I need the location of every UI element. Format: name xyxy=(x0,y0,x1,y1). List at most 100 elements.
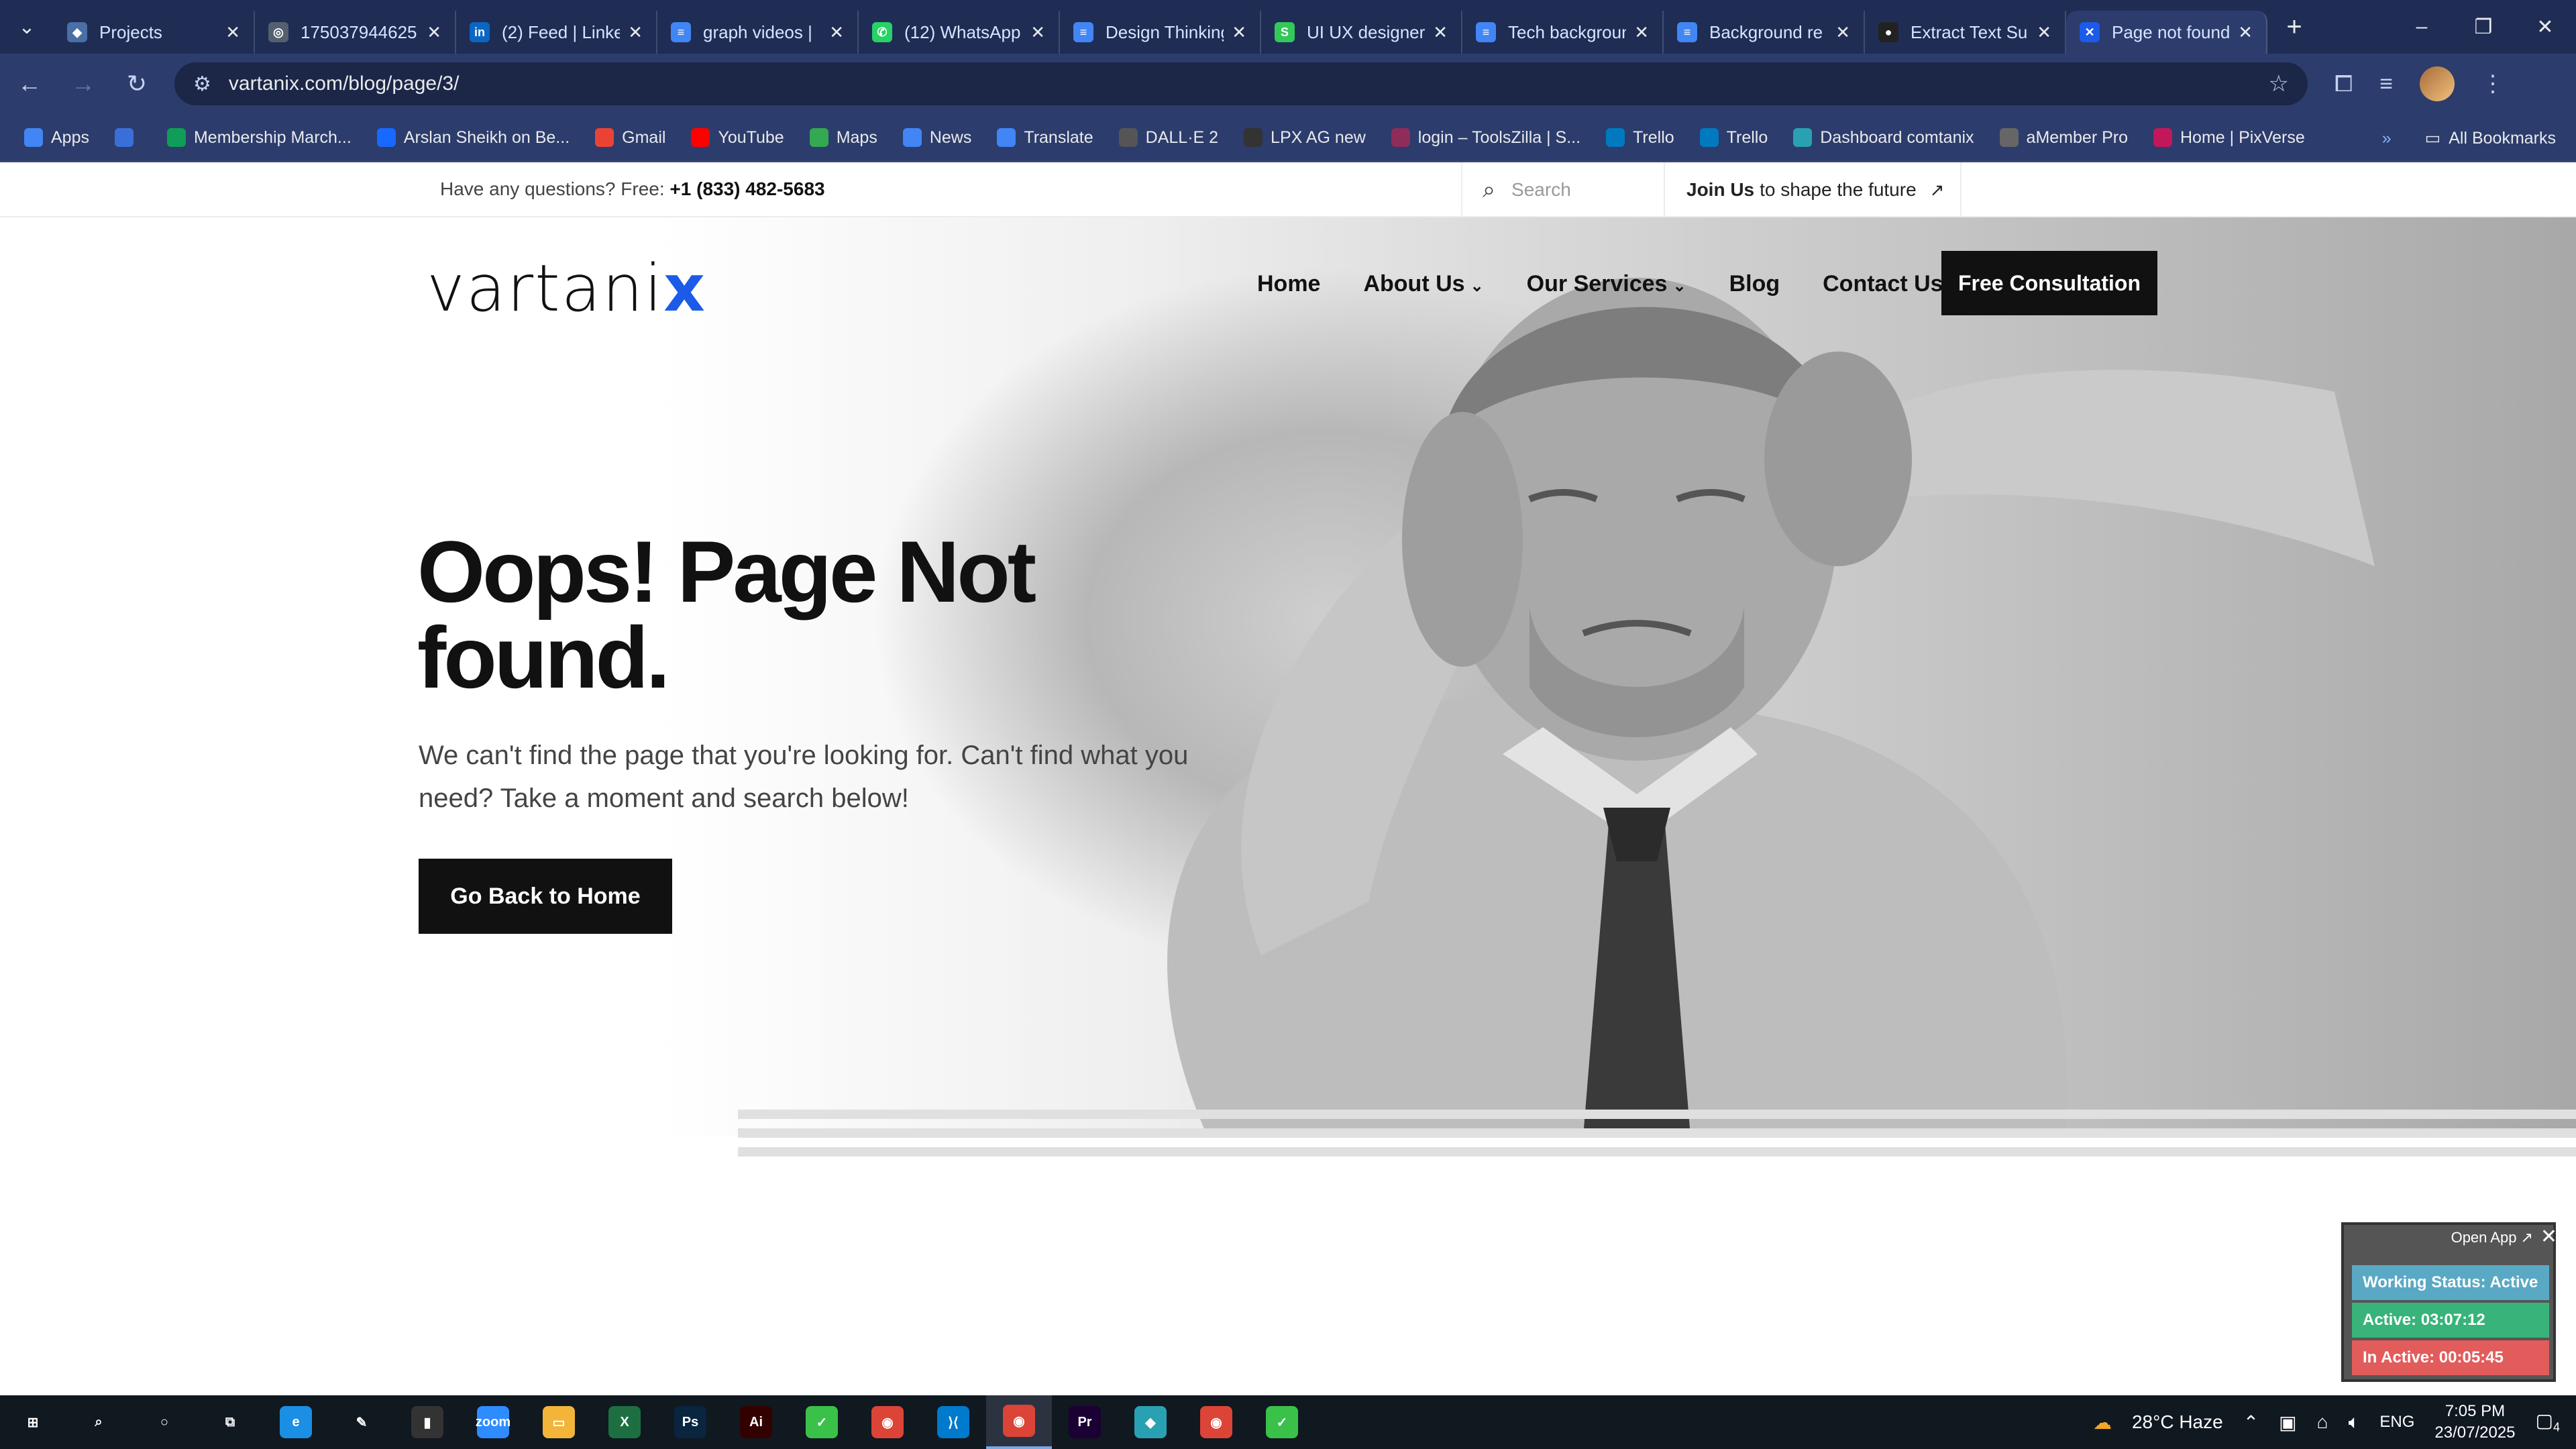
weather-text[interactable]: 28°C Haze xyxy=(2132,1411,2223,1433)
tab-search-icon[interactable]: ⌄ xyxy=(0,0,54,54)
browser-tab[interactable]: ✆ (12) WhatsApp ✕ xyxy=(859,11,1060,54)
bookmark-item[interactable]: Trello xyxy=(1699,128,1768,148)
taskbar-start[interactable]: ⊞ xyxy=(0,1395,66,1449)
notifications-icon[interactable]: ▢4 xyxy=(2536,1409,2560,1435)
bookmark-item[interactable]: YouTube xyxy=(691,128,784,148)
nav-item-about-us[interactable]: About Us ⌄ xyxy=(1363,271,1483,297)
reload-icon[interactable]: ↻ xyxy=(113,60,161,108)
taskbar-upwork-2[interactable]: ✓ xyxy=(1249,1395,1315,1449)
nav-item-label: Blog xyxy=(1729,271,1780,297)
site-logo[interactable]: vartanix xyxy=(427,251,706,326)
bookmark-item[interactable]: aMember Pro xyxy=(1999,128,2128,148)
taskbar-illustrator[interactable]: Ai xyxy=(723,1395,789,1449)
browser-tab[interactable]: ≡ Design Thinking ✕ xyxy=(1060,11,1261,54)
meet-icon[interactable]: ▣ xyxy=(2279,1411,2296,1434)
browser-tab[interactable]: ≡ Tech background ✕ xyxy=(1462,11,1664,54)
language-indicator[interactable]: ENG xyxy=(2379,1413,2414,1432)
taskbar-chrome-2[interactable]: ◉ xyxy=(1183,1395,1249,1449)
volume-icon[interactable]: 🔈︎ xyxy=(2349,1411,2360,1434)
taskbar-pen[interactable]: ✎ xyxy=(329,1395,394,1449)
bookmark-item[interactable]: Gmail xyxy=(595,128,665,148)
tab-close-icon[interactable]: ✕ xyxy=(2238,22,2253,43)
media-icon[interactable]: ≡ xyxy=(2379,71,2393,97)
browser-tab[interactable]: ✕ Page not found ✕ xyxy=(2066,11,2267,54)
taskbar-search[interactable]: ⌕ xyxy=(66,1395,131,1449)
bookmark-label: Translate xyxy=(1024,127,1093,147)
bookmark-star-icon[interactable]: ☆ xyxy=(2269,70,2289,97)
nav-item-contact-us[interactable]: Contact Us xyxy=(1823,271,1943,297)
nav-item-blog[interactable]: Blog xyxy=(1729,271,1780,297)
browser-tab[interactable]: S UI UX designer ✕ xyxy=(1261,11,1462,54)
new-tab-button[interactable]: + xyxy=(2267,0,2321,54)
bookmark-item[interactable]: login – ToolsZilla | S... xyxy=(1391,128,1580,148)
bookmark-item[interactable]: Translate xyxy=(997,128,1093,148)
taskbar-photoshop[interactable]: Ps xyxy=(657,1395,723,1449)
tab-close-icon[interactable]: ✕ xyxy=(829,22,844,43)
go-back-home-button[interactable]: Go Back to Home xyxy=(419,859,672,934)
phone-number[interactable]: +1 (833) 482-5683 xyxy=(669,178,824,199)
restore-icon[interactable]: ❐ xyxy=(2453,0,2514,54)
all-bookmarks-folder[interactable]: ▭ All Bookmarks xyxy=(2425,128,2556,148)
bookmark-item[interactable]: Dashboard comtanix xyxy=(1793,128,1974,148)
taskbar-upwork[interactable]: ✓ xyxy=(789,1395,855,1449)
tab-close-icon[interactable]: ✕ xyxy=(1030,22,1045,43)
bookmark-item[interactable]: Arslan Sheikh on Be... xyxy=(376,128,570,148)
taskbar-zoom[interactable]: zoom xyxy=(460,1395,526,1449)
bookmark-item[interactable] xyxy=(114,128,142,147)
tray-chevron-icon[interactable]: ⌃ xyxy=(2243,1411,2259,1434)
bookmark-item[interactable]: News xyxy=(902,128,971,148)
bookmark-item[interactable]: Trello xyxy=(1606,128,1674,148)
taskbar-premiere[interactable]: Pr xyxy=(1052,1395,1118,1449)
extensions-icon[interactable]: ⧠ xyxy=(2334,71,2353,97)
back-icon[interactable]: ← xyxy=(5,60,54,108)
site-info-icon[interactable]: ⚙ xyxy=(193,72,211,96)
tab-close-icon[interactable]: ✕ xyxy=(1433,22,1448,43)
bookmark-item[interactable]: Membership March... xyxy=(166,128,352,148)
tab-close-icon[interactable]: ✕ xyxy=(225,22,240,43)
browser-tab[interactable]: ◆ Projects ✕ xyxy=(54,11,255,54)
bookmark-item[interactable]: DALL·E 2 xyxy=(1118,128,1218,148)
taskbar-task-view[interactable]: ⧉ xyxy=(197,1395,263,1449)
browser-tab[interactable]: in (2) Feed | LinkedIn ✕ xyxy=(456,11,657,54)
network-icon[interactable]: ⌂ xyxy=(2317,1411,2328,1433)
browser-tab[interactable]: ≡ graph videos | ✕ xyxy=(657,11,859,54)
site-search-input[interactable]: ⌕ Search xyxy=(1461,162,1665,217)
nav-item-home[interactable]: Home xyxy=(1257,271,1320,297)
browser-menu-icon[interactable]: ⋮ xyxy=(2481,70,2504,97)
taskbar-explorer[interactable]: ▭ xyxy=(526,1395,592,1449)
bookmark-item[interactable]: LPX AG new xyxy=(1244,128,1366,148)
browser-tab[interactable]: ◎ 175037944625 ✕ xyxy=(255,11,456,54)
clock[interactable]: 7:05 PM 23/07/2025 xyxy=(2434,1401,2515,1444)
taskbar-vscode[interactable]: ⟩⟨ xyxy=(920,1395,986,1449)
tab-close-icon[interactable]: ✕ xyxy=(2037,22,2051,43)
nav-item-our-services[interactable]: Our Services ⌄ xyxy=(1527,271,1686,297)
minimize-icon[interactable]: – xyxy=(2391,0,2453,54)
bookmark-item[interactable]: Apps xyxy=(24,128,89,148)
tab-close-icon[interactable]: ✕ xyxy=(1835,22,1850,43)
address-bar[interactable]: ⚙ vartanix.com/blog/page/3/ ☆ xyxy=(174,62,2308,105)
taskbar-cortana[interactable]: ○ xyxy=(131,1395,197,1449)
taskbar-app-diamond[interactable]: ◆ xyxy=(1118,1395,1183,1449)
weather-icon[interactable]: ☁ xyxy=(2093,1411,2112,1434)
join-us-link[interactable]: Join Us to shape the future ↗ xyxy=(1666,162,1962,217)
profile-avatar[interactable] xyxy=(2420,66,2455,101)
taskbar-excel[interactable]: X xyxy=(592,1395,657,1449)
forward-icon[interactable]: → xyxy=(59,60,107,108)
browser-tab[interactable]: ● Extract Text Su ✕ xyxy=(1865,11,2066,54)
more-bookmarks-icon[interactable]: » xyxy=(2382,129,2392,148)
taskbar-chrome-profile[interactable]: ◉ xyxy=(986,1395,1052,1449)
bookmark-item[interactable]: Maps xyxy=(809,128,877,148)
tab-close-icon[interactable]: ✕ xyxy=(1232,22,1246,43)
tab-close-icon[interactable]: ✕ xyxy=(427,22,441,43)
taskbar-edge[interactable]: e xyxy=(263,1395,329,1449)
tab-close-icon[interactable]: ✕ xyxy=(1634,22,1649,43)
widget-close-icon[interactable]: ✕ xyxy=(2540,1225,2557,1248)
taskbar-terminal[interactable]: ▮ xyxy=(394,1395,460,1449)
bookmark-item[interactable]: Home | PixVerse xyxy=(2153,128,2305,148)
close-window-icon[interactable]: ✕ xyxy=(2514,0,2576,54)
open-app-link[interactable]: Open App ↗ xyxy=(2451,1229,2533,1246)
browser-tab[interactable]: ≡ Background re ✕ xyxy=(1664,11,1865,54)
free-consultation-button[interactable]: Free Consultation xyxy=(1941,251,2157,315)
tab-close-icon[interactable]: ✕ xyxy=(628,22,643,43)
taskbar-chrome[interactable]: ◉ xyxy=(855,1395,920,1449)
